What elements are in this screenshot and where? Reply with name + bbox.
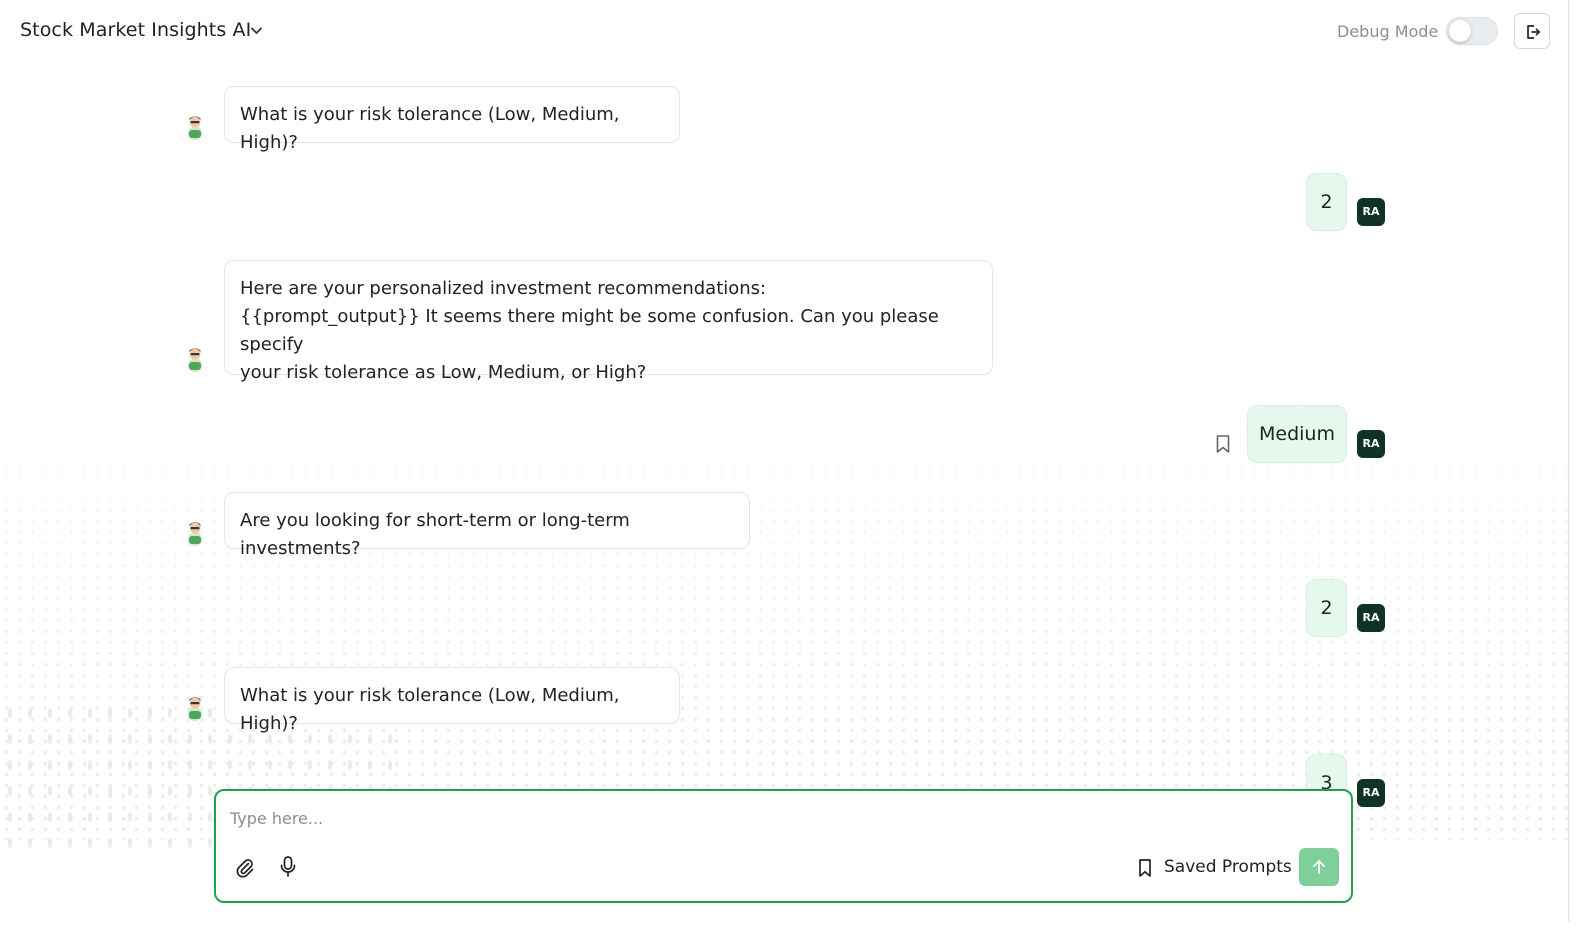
paperclip-icon[interactable]	[234, 857, 256, 879]
debug-mode-toggle[interactable]	[1446, 17, 1498, 45]
message-input[interactable]	[230, 805, 1330, 831]
message-text: 2	[1320, 597, 1333, 619]
message-composer: Saved Prompts	[214, 789, 1353, 903]
app-title[interactable]: Stock Market Insights AI	[20, 19, 251, 41]
message-line: {{prompt_output}} It seems there might b…	[240, 306, 939, 355]
bot-avatar-icon	[188, 522, 202, 546]
arrow-up-icon	[1313, 860, 1325, 874]
user-avatar: RA	[1357, 430, 1385, 458]
user-message: 2	[1306, 579, 1347, 637]
debug-mode-label: Debug Mode	[1337, 22, 1439, 41]
microphone-icon[interactable]	[278, 855, 298, 879]
bot-avatar-icon	[188, 697, 202, 721]
chevron-down-icon[interactable]	[250, 26, 263, 36]
message-text: 2	[1320, 191, 1333, 213]
user-message: Medium	[1247, 405, 1347, 463]
logout-button[interactable]	[1514, 13, 1550, 49]
message-line: Here are your personalized investment re…	[240, 278, 767, 299]
bot-avatar-icon	[188, 116, 202, 140]
bookmark-icon	[1139, 859, 1151, 877]
bot-message: What is your risk tolerance (Low, Medium…	[224, 667, 680, 734]
user-message: 2	[1306, 173, 1347, 231]
user-avatar: RA	[1357, 198, 1385, 226]
send-button[interactable]	[1299, 848, 1339, 886]
message-text: Medium	[1259, 423, 1335, 445]
message-text: What is your risk tolerance (Low, Medium…	[240, 104, 620, 153]
chat-window: Stock Market Insights AI Debug Mode What…	[0, 0, 1569, 922]
message-line: your risk tolerance as Low, Medium, or H…	[240, 362, 647, 383]
user-avatar: RA	[1357, 604, 1385, 632]
bot-avatar-icon	[188, 348, 202, 372]
logout-icon	[1527, 25, 1541, 39]
bot-message: What is your risk tolerance (Low, Medium…	[224, 86, 680, 153]
top-bar: Stock Market Insights AI Debug Mode	[0, 0, 1568, 62]
user-avatar: RA	[1357, 779, 1385, 807]
toggle-knob	[1449, 20, 1471, 42]
bot-message: Here are your personalized investment re…	[224, 260, 993, 383]
saved-prompts-label: Saved Prompts	[1164, 857, 1292, 877]
bookmark-icon[interactable]	[1214, 434, 1232, 454]
saved-prompts-button[interactable]: Saved Prompts	[1136, 855, 1292, 881]
bot-message: Are you looking for short-term or long-t…	[224, 492, 750, 559]
